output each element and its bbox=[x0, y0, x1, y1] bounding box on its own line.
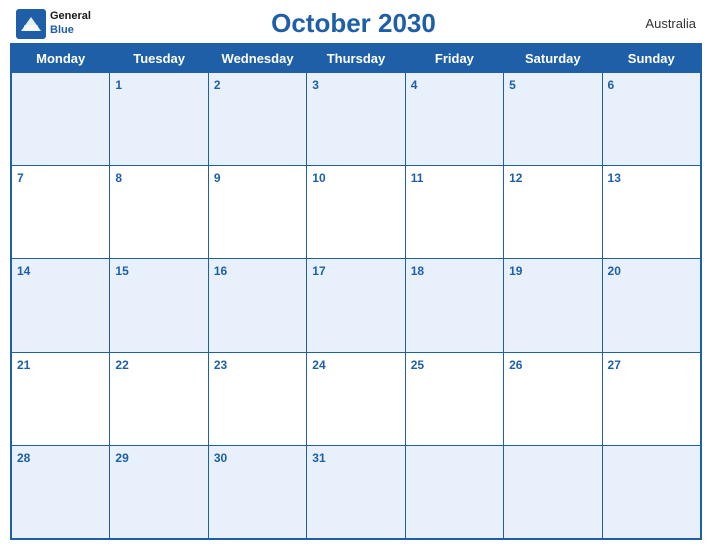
title-area: October 2030 bbox=[91, 8, 616, 39]
day-cell: 10 bbox=[307, 166, 405, 259]
calendar-table: Monday Tuesday Wednesday Thursday Friday… bbox=[11, 44, 701, 539]
calendar-header: General Blue October 2030 Australia bbox=[0, 0, 712, 43]
day-cell: 31 bbox=[307, 445, 405, 538]
day-cell: 20 bbox=[602, 259, 700, 352]
day-cell: 14 bbox=[12, 259, 110, 352]
day-cell: 15 bbox=[110, 259, 208, 352]
col-tuesday: Tuesday bbox=[110, 45, 208, 73]
day-cell: 23 bbox=[208, 352, 306, 445]
col-friday: Friday bbox=[405, 45, 503, 73]
day-cell: 25 bbox=[405, 352, 503, 445]
day-cell: 16 bbox=[208, 259, 306, 352]
day-cell: 4 bbox=[405, 73, 503, 166]
day-cell: 19 bbox=[504, 259, 602, 352]
day-cell: 7 bbox=[12, 166, 110, 259]
logo-general: General bbox=[50, 10, 91, 23]
day-cell: 5 bbox=[504, 73, 602, 166]
col-sunday: Sunday bbox=[602, 45, 700, 73]
day-cell: 30 bbox=[208, 445, 306, 538]
day-cell: 18 bbox=[405, 259, 503, 352]
col-saturday: Saturday bbox=[504, 45, 602, 73]
day-cell: 8 bbox=[110, 166, 208, 259]
week-row-2: 7 8 9 10 11 12 13 bbox=[12, 166, 701, 259]
week-row-1: 1 2 3 4 5 6 bbox=[12, 73, 701, 166]
day-cell bbox=[602, 445, 700, 538]
calendar-page: General Blue October 2030 Australia Mond… bbox=[0, 0, 712, 550]
day-cell: 13 bbox=[602, 166, 700, 259]
day-cell: 6 bbox=[602, 73, 700, 166]
week-row-5: 28 29 30 31 bbox=[12, 445, 701, 538]
day-cell: 12 bbox=[504, 166, 602, 259]
day-cell: 11 bbox=[405, 166, 503, 259]
day-cell: 21 bbox=[12, 352, 110, 445]
day-cell: 9 bbox=[208, 166, 306, 259]
day-cell: 1 bbox=[110, 73, 208, 166]
calendar-header-row: Monday Tuesday Wednesday Thursday Friday… bbox=[12, 45, 701, 73]
col-thursday: Thursday bbox=[307, 45, 405, 73]
col-monday: Monday bbox=[12, 45, 110, 73]
day-cell: 2 bbox=[208, 73, 306, 166]
logo: General Blue bbox=[16, 9, 91, 39]
calendar-container: Monday Tuesday Wednesday Thursday Friday… bbox=[10, 43, 702, 540]
day-cell bbox=[504, 445, 602, 538]
weekday-header-row: Monday Tuesday Wednesday Thursday Friday… bbox=[12, 45, 701, 73]
logo-icon bbox=[16, 9, 46, 39]
day-cell: 27 bbox=[602, 352, 700, 445]
day-cell: 22 bbox=[110, 352, 208, 445]
week-row-4: 21 22 23 24 25 26 27 bbox=[12, 352, 701, 445]
calendar-body: 1 2 3 4 5 6 7 8 9 10 11 12 13 bbox=[12, 73, 701, 539]
day-cell: 26 bbox=[504, 352, 602, 445]
day-cell: 17 bbox=[307, 259, 405, 352]
col-wednesday: Wednesday bbox=[208, 45, 306, 73]
day-cell: 29 bbox=[110, 445, 208, 538]
week-row-3: 14 15 16 17 18 19 20 bbox=[12, 259, 701, 352]
day-cell: 24 bbox=[307, 352, 405, 445]
country-label: Australia bbox=[616, 16, 696, 31]
day-cell bbox=[12, 73, 110, 166]
day-cell: 28 bbox=[12, 445, 110, 538]
day-cell bbox=[405, 445, 503, 538]
logo-blue: Blue bbox=[50, 24, 91, 37]
day-cell: 3 bbox=[307, 73, 405, 166]
calendar-title: October 2030 bbox=[271, 8, 436, 38]
